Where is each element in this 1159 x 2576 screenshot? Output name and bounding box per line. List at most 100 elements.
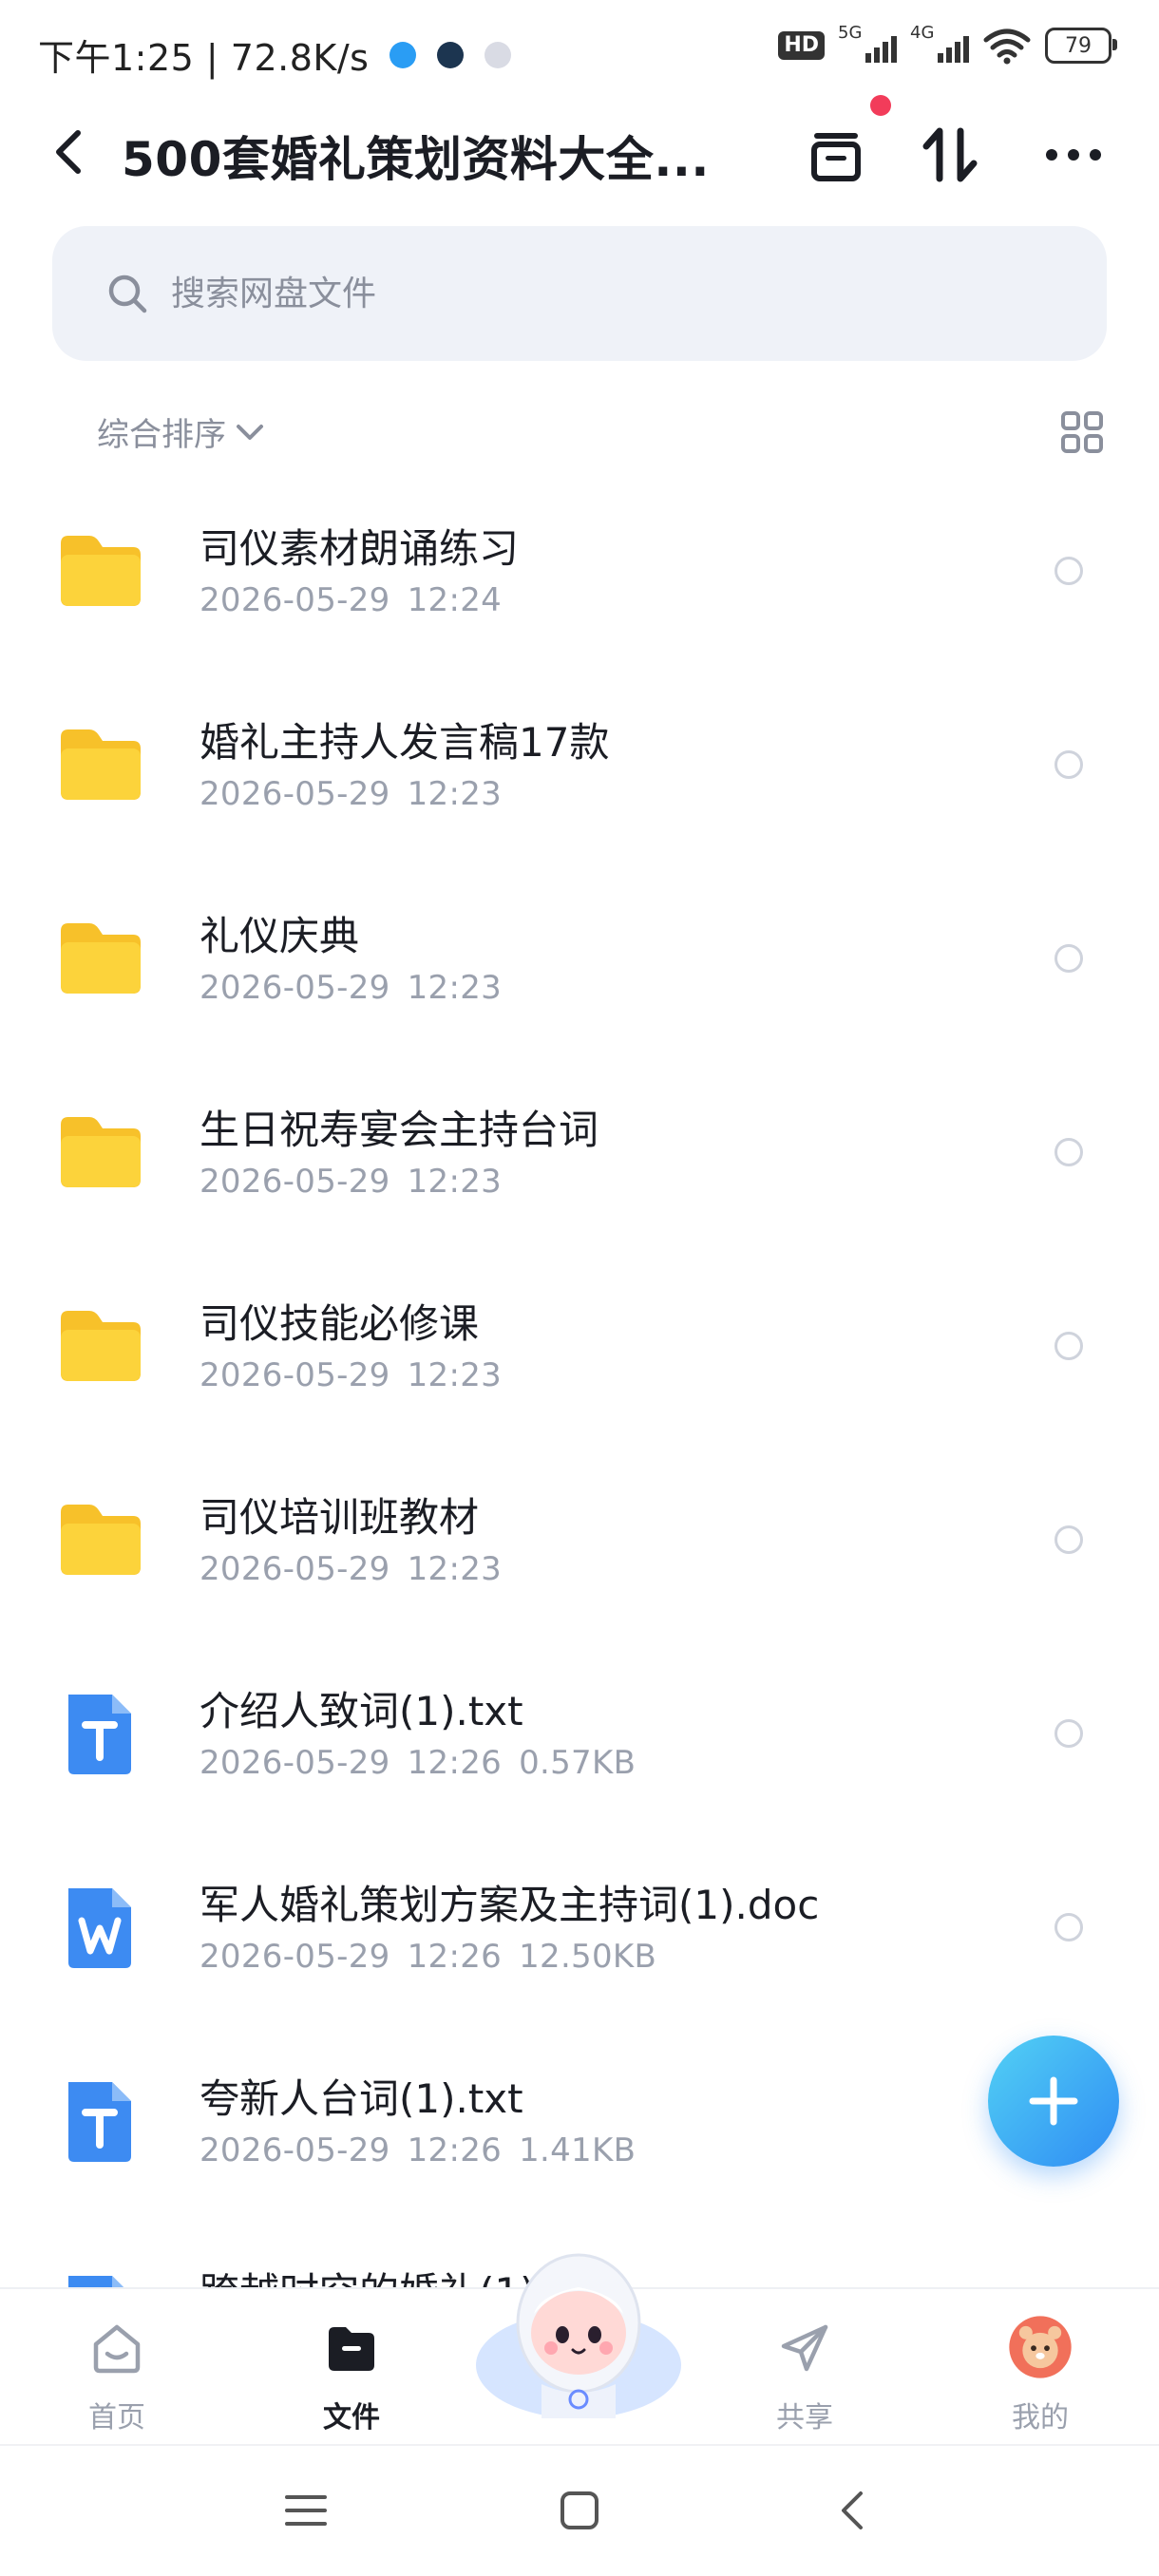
avatar-icon [1009,2316,1072,2378]
txt-file-icon [68,1695,131,1774]
file-row[interactable]: 军人婚礼策划方案及主持词(1).doc 2026-05-29 12:26 12.50… [0,1831,1159,2025]
file-date: 2026-05-29 [200,1356,390,1394]
file-meta: 2026-05-29 12:23 [200,1163,519,1201]
file-time: 12:23 [407,1163,503,1201]
select-radio[interactable] [1054,1138,1083,1166]
nav-mine-label: 我的 [1012,2401,1069,2434]
screen: 下午1:25 | 72.8K/s HD 5G 4G 79 500套婚礼策划资料大… [0,0,1159,2576]
doc-file-icon [68,1888,131,1968]
select-radio[interactable] [1054,1525,1083,1554]
nav-share[interactable]: 共享 [733,2308,876,2434]
more-icon[interactable] [1040,122,1107,188]
notification-app-icon [484,41,512,68]
back-icon[interactable] [46,125,93,179]
file-date: 2026-05-29 [200,1163,390,1201]
page-title: 500套婚礼策划资料大全... [122,132,710,187]
txt-file-icon [68,2082,131,2162]
status-bar: 下午1:25 | 72.8K/s HD 5G 4G 79 [0,0,1159,104]
hd-badge: HD [778,31,825,60]
file-row[interactable]: 介绍人致词(1).txt 2026-05-29 12:26 0.57KB [0,1638,1159,1831]
nav-files-label: 文件 [323,2401,380,2434]
grid-view-icon[interactable] [1060,410,1104,454]
file-meta: 2026-05-29 12:26 12.50KB [200,1938,674,1976]
doc-file-icon [68,2276,124,2287]
file-list: 司仪素材朗诵练习 2026-05-29 12:24 婚礼主持人发言稿17款 202… [0,475,1159,2287]
file-size: 12.50KB [519,1938,657,1976]
mascot-assistant-icon[interactable] [475,2232,682,2422]
file-meta: 2026-05-29 12:26 0.57KB [200,1744,653,1782]
add-button[interactable] [988,2036,1119,2167]
file-row[interactable]: 司仪培训班教材 2026-05-29 12:23 [0,1444,1159,1638]
search-input[interactable] [169,273,933,314]
file-date: 2026-05-29 [200,1744,390,1782]
file-row[interactable]: 司仪素材朗诵练习 2026-05-29 12:24 [0,475,1159,669]
select-radio[interactable] [1054,750,1083,779]
file-row[interactable]: 生日祝寿宴会主持台词 2026-05-29 12:23 [0,1056,1159,1250]
select-radio[interactable] [1054,1332,1083,1360]
file-time: 12:24 [407,581,503,619]
wifi-icon [983,28,1031,65]
sort-dropdown[interactable]: 综合排序 [97,408,266,455]
search-icon [108,275,147,313]
file-time: 12:26 [407,2131,503,2169]
file-name: 礼仪庆典 [200,913,360,959]
file-meta: 2026-05-29 12:23 [200,775,519,813]
folder-icon [61,1117,141,1187]
file-time: 12:26 [407,1744,503,1782]
file-name: 夸新人台词(1).txt [200,2075,523,2122]
transfer-icon[interactable] [917,122,983,188]
folder-icon [61,1311,141,1381]
nav-home[interactable]: 首页 [46,2308,188,2434]
select-radio[interactable] [1054,1913,1083,1941]
network-4g-label: 4G [910,23,935,43]
notification-app-icon [437,41,465,68]
select-radio[interactable] [1054,557,1083,585]
file-meta: 2026-05-29 12:26 1.41KB [200,2131,653,2169]
menu-icon[interactable] [277,2482,334,2539]
file-date: 2026-05-29 [200,581,390,619]
file-row[interactable]: 司仪技能必修课 2026-05-29 12:23 [0,1250,1159,1444]
file-row[interactable]: 礼仪庆典 2026-05-29 12:23 [0,862,1159,1056]
file-size: 0.57KB [519,1744,636,1782]
file-row[interactable]: 婚礼主持人发言稿17款 2026-05-29 12:23 [0,669,1159,862]
header: 500套婚礼策划资料大全... [0,104,1159,199]
file-name: 司仪技能必修课 [200,1300,480,1347]
network-5g-label: 5G [838,23,863,43]
home-square-icon[interactable] [551,2482,608,2539]
system-nav-bar [0,2444,1159,2576]
status-time-speed: 下午1:25 | 72.8K/s [38,37,370,79]
file-date: 2026-05-29 [200,1938,390,1976]
search-bar[interactable] [52,226,1107,361]
file-date: 2026-05-29 [200,969,390,1007]
file-name: 婚礼主持人发言稿17款 [200,719,610,766]
file-name: 生日祝寿宴会主持台词 [200,1107,599,1153]
sort-row: 综合排序 [0,408,1159,465]
file-time: 12:23 [407,969,503,1007]
select-radio[interactable] [1054,1719,1083,1748]
back-arrow-icon[interactable] [825,2482,882,2539]
archive-icon[interactable] [803,122,869,188]
status-right: HD 5G 4G 79 [778,23,1117,65]
file-date: 2026-05-29 [200,1550,390,1588]
file-name: 介绍人致词(1).txt [200,1688,523,1734]
file-size: 1.41KB [519,2131,636,2169]
battery-level: 79 [1065,33,1092,58]
file-date: 2026-05-29 [200,775,390,813]
signal-4g-icon: 4G [910,23,969,63]
send-icon [781,2324,828,2372]
battery-icon: 79 [1045,28,1117,64]
file-name: 司仪素材朗诵练习 [200,525,520,572]
file-meta: 2026-05-29 12:23 [200,969,519,1007]
file-row[interactable]: 夸新人台词(1).txt 2026-05-29 12:26 1.41KB [0,2025,1159,2219]
nav-mine[interactable]: 我的 [969,2308,1112,2434]
nav-files[interactable]: 文件 [280,2308,423,2434]
file-time: 12:26 [407,1938,503,1976]
nav-home-label: 首页 [88,2401,145,2434]
file-name: 军人婚礼策划方案及主持词(1).doc [200,1882,820,1928]
notification-app-icon [390,41,417,68]
nav-share-label: 共享 [776,2401,833,2434]
file-name: 司仪培训班教材 [200,1494,480,1541]
file-time: 12:23 [407,1550,503,1588]
select-radio[interactable] [1054,944,1083,973]
file-time: 12:23 [407,1356,503,1394]
